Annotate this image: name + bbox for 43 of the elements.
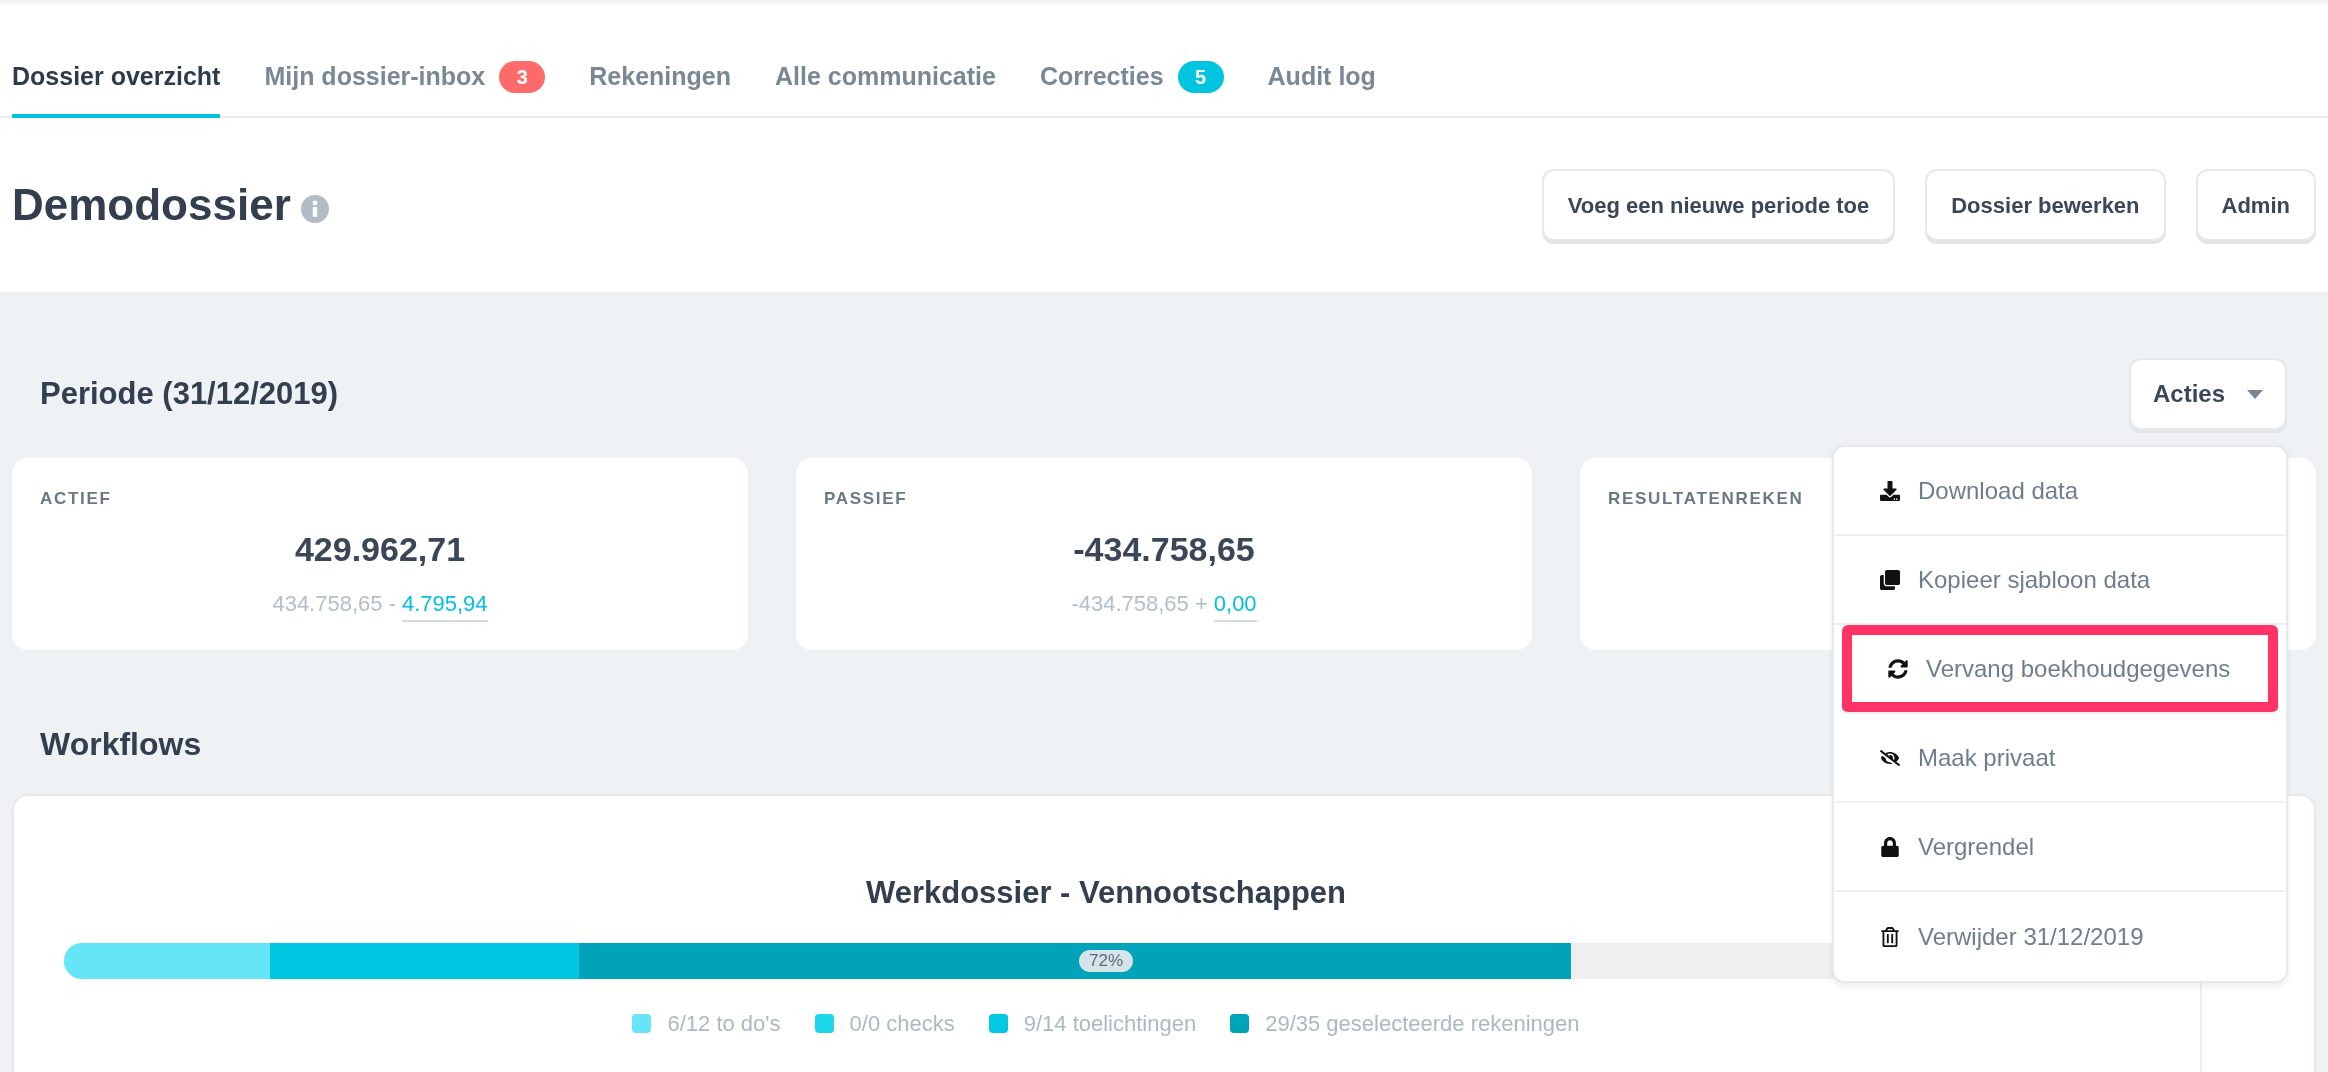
tab[interactable]: Rekeningen bbox=[589, 44, 731, 118]
menu-item[interactable]: Kopieer sjabloon data bbox=[1834, 536, 2286, 625]
tab[interactable]: Dossier overzicht bbox=[12, 44, 221, 118]
tab[interactable]: Alle communicatie bbox=[775, 44, 996, 118]
legend-label: 6/12 to do's bbox=[667, 1009, 781, 1038]
card-label: PASSIEF bbox=[824, 488, 908, 510]
legend-label: 29/35 geselecteerde rekeningen bbox=[1265, 1009, 1580, 1038]
header-button[interactable]: Dossier bewerken bbox=[1925, 169, 2166, 241]
count-badge: 3 bbox=[499, 61, 546, 93]
difference-link[interactable]: 0,00 bbox=[1213, 586, 1257, 622]
card-label: ACTIEF bbox=[40, 488, 112, 510]
refresh-icon bbox=[1888, 658, 1908, 679]
card-subtext: -434.758,65 + bbox=[1071, 589, 1208, 618]
caret-icon bbox=[2247, 389, 2263, 399]
menu-item[interactable]: Vervang boekhoudgegevens bbox=[1842, 625, 2278, 714]
tab[interactable]: Correcties 5 bbox=[1039, 44, 1224, 118]
trash-icon bbox=[1880, 926, 1900, 947]
menu-item[interactable]: Verwijder 31/12/2019 bbox=[1834, 892, 2286, 981]
menu-item[interactable]: Download data bbox=[1834, 447, 2286, 536]
info-icon bbox=[300, 195, 329, 223]
menu-item[interactable]: Maak privaat bbox=[1834, 714, 2286, 803]
card-subtext: 434.758,65 - bbox=[272, 589, 396, 618]
tab[interactable]: Mijn dossier-inbox 3 bbox=[264, 44, 546, 118]
menu-item[interactable]: Vergrendel bbox=[1834, 803, 2286, 892]
actions-dropdown-button[interactable]: Acties bbox=[2128, 358, 2287, 430]
eye-slash-icon bbox=[1880, 747, 1900, 768]
section-title: Workflows bbox=[40, 725, 202, 764]
period-title: Periode (31/12/2019) bbox=[40, 374, 339, 413]
page-title: Demodossier bbox=[12, 179, 291, 231]
header-button[interactable]: Admin bbox=[2195, 169, 2316, 241]
card-label: RESULTATENREKEN bbox=[1608, 488, 1804, 510]
difference-link[interactable]: 4.795,94 bbox=[401, 586, 488, 622]
header-button[interactable]: Voeg een nieuwe periode toe bbox=[1541, 169, 1896, 241]
lock-icon bbox=[1880, 836, 1900, 857]
copy-icon bbox=[1880, 569, 1900, 590]
workflow-title: Werkdossier - Vennootschappen bbox=[865, 874, 1346, 912]
count-badge: 5 bbox=[1177, 61, 1224, 93]
card-value: -434.758,65 bbox=[1073, 528, 1255, 570]
legend-label: 0/0 checks bbox=[849, 1009, 955, 1038]
download-icon bbox=[1880, 480, 1900, 501]
legend-label: 9/14 toelichtingen bbox=[1023, 1009, 1197, 1038]
tab[interactable]: Audit log bbox=[1267, 44, 1376, 118]
card-value: 429.962,71 bbox=[294, 528, 466, 570]
